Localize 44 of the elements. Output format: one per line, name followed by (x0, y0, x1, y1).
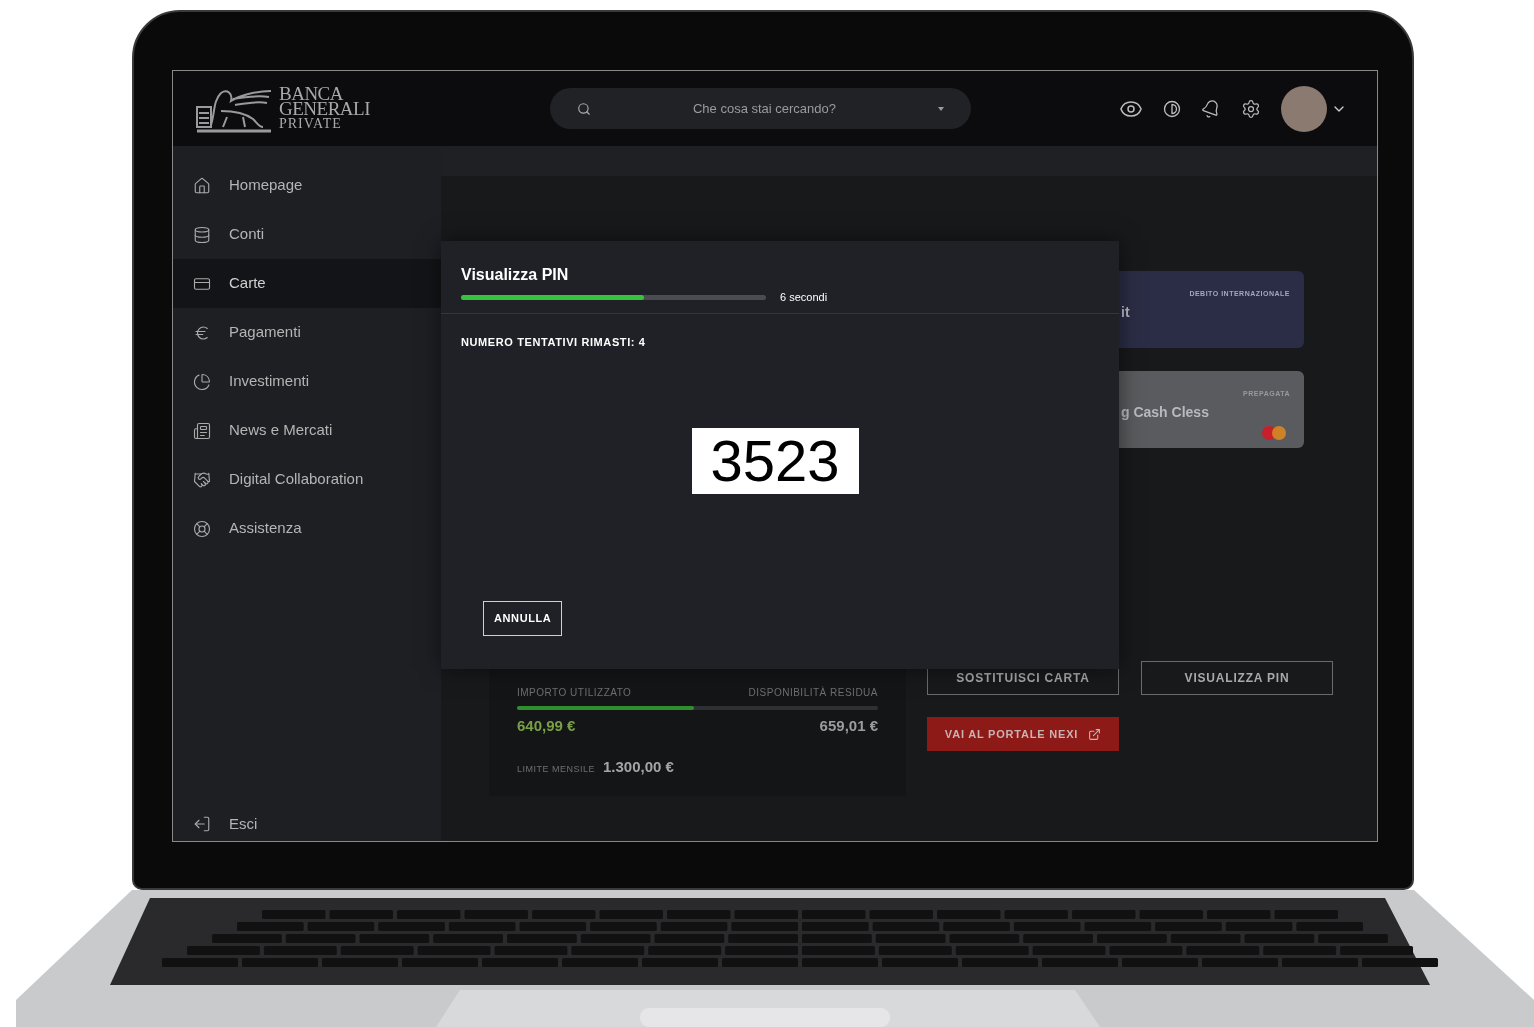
pin-code: 3523 (691, 428, 859, 494)
search-icon (577, 101, 591, 116)
available-label: DISPONIBILITÀ RESIDUA (748, 685, 878, 700)
euro-icon (193, 323, 211, 342)
limit-amount: 1.300,00 € (603, 756, 674, 777)
available-amount: 659,01 € (819, 716, 878, 736)
home-icon (193, 176, 211, 195)
sidebar-item[interactable]: News e Mercati (173, 406, 441, 455)
dialog-title: Visualizza PIN (461, 265, 570, 285)
search-field[interactable]: Che cosa stai cercando? (550, 88, 971, 129)
mastercard-icon (1260, 425, 1288, 441)
lifebuoy-icon (193, 519, 211, 538)
used-label: IMPORTO UTILIZZATO (517, 686, 632, 700)
cancel-button[interactable]: ANNULLA (483, 601, 563, 636)
nexi-portal-button[interactable]: VAI AL PORTALE NEXI (927, 717, 1119, 751)
newspaper-icon (193, 421, 211, 440)
brand-name: PRIVATE (279, 116, 343, 131)
handshake-icon (193, 470, 211, 489)
sidebar-item[interactable]: Investimenti (173, 357, 441, 406)
sidebar-item[interactable]: Conti (173, 210, 441, 259)
logout-item[interactable]: Esci (173, 809, 441, 839)
coins-stack-icon (193, 225, 211, 244)
sidebar-item[interactable]: Digital Collaboration (173, 455, 441, 504)
card-name: it (1121, 303, 1130, 322)
sidebar-item[interactable]: Homepage (173, 161, 441, 210)
brand-name: BANCA (279, 86, 344, 101)
avatar[interactable] (1281, 85, 1327, 132)
action-button[interactable]: VISUALIZZA PIN (1141, 661, 1333, 695)
sidebar-item[interactable]: Pagamenti (173, 308, 441, 357)
attempts-remaining: NUMERO TENTATIVI RIMASTI: 4 (460, 334, 647, 350)
sidebar-item[interactable]: Assistenza (173, 504, 441, 553)
logout-icon (193, 815, 211, 833)
limit-label: LIMITE MENSILE (517, 762, 595, 776)
used-amount: 640,99 € (517, 716, 576, 736)
timer-reading: 6 secondi (780, 290, 828, 305)
caret-icon (938, 106, 944, 111)
contrast-icon[interactable] (1163, 99, 1181, 118)
brand-name: GENERALI (279, 101, 370, 116)
settings-icon[interactable] (1241, 98, 1261, 119)
card-name: g Cash Cless (1121, 403, 1209, 422)
external-link-icon (1088, 727, 1102, 741)
search-placeholder: Che cosa stai cercando? (691, 99, 838, 118)
pie-chart-icon (193, 372, 211, 391)
sidebar-item[interactable]: Carte (173, 259, 441, 308)
